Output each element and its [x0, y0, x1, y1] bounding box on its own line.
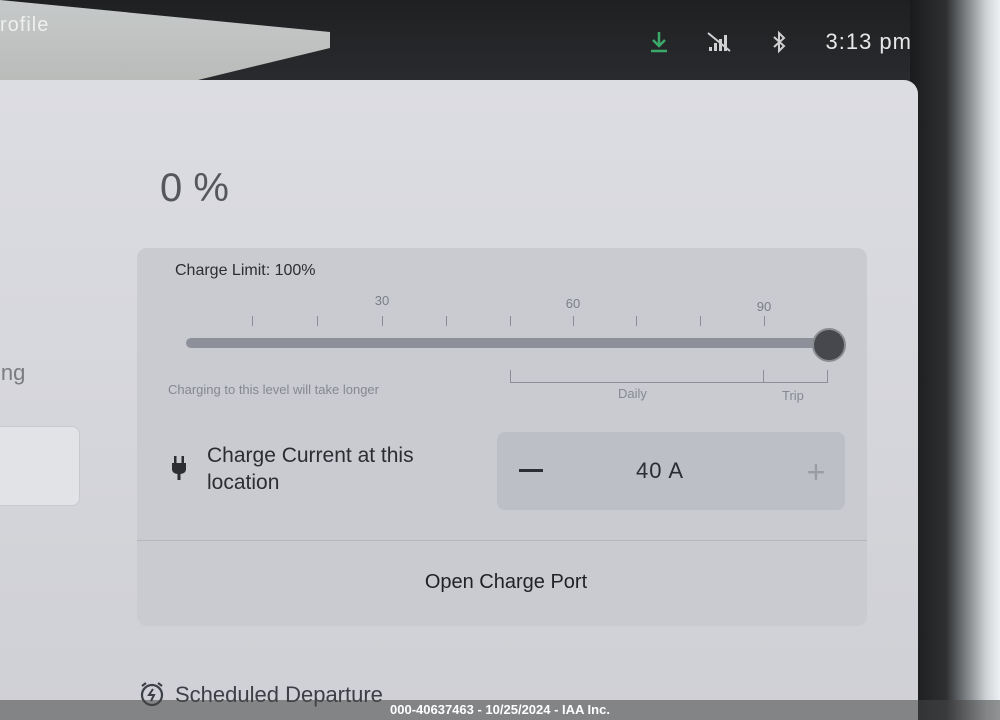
increase-current-button[interactable]: + [802, 456, 830, 488]
tick-mark [636, 316, 637, 326]
watermark-text: 000-40637463 - 10/25/2024 - IAA Inc. [390, 702, 610, 717]
range-label-trip: Trip [782, 388, 804, 403]
tick-mark [573, 316, 574, 326]
tick-mark [382, 316, 383, 326]
range-bracket [510, 370, 828, 383]
charge-limit-slider-track[interactable] [186, 338, 832, 348]
plug-icon [170, 455, 188, 481]
card-divider [137, 540, 867, 541]
tick-label-60: 60 [565, 296, 581, 311]
profile-tab-label: rofile [0, 14, 50, 36]
left-partial-panel[interactable] [0, 426, 80, 506]
open-charge-port-button[interactable]: Open Charge Port [137, 571, 875, 594]
tick-mark [252, 316, 253, 326]
tick-label-90: 90 [756, 299, 772, 314]
charge-current-value: 40 A [635, 458, 685, 483]
charge-current-label: Charge Current at this location [207, 444, 414, 494]
tick-label-30: 30 [374, 293, 390, 308]
minus-icon [519, 468, 543, 472]
charge-limit-hint: Charging to this level will take longer [168, 382, 379, 397]
no-signal-icon [706, 29, 732, 55]
bluetooth-icon [766, 29, 792, 55]
clock-time: 3:13 pm [825, 29, 912, 54]
download-icon[interactable] [646, 29, 672, 55]
charge-limit-slider-thumb[interactable] [812, 328, 846, 362]
tick-mark [700, 316, 701, 326]
tick-mark [764, 316, 765, 326]
tick-mark [446, 316, 447, 326]
tick-mark [510, 316, 511, 326]
status-bar: 3:13 pm [646, 22, 913, 62]
charge-limit-label: Charge Limit: 100% [175, 262, 316, 279]
range-bracket-divider [763, 370, 764, 382]
battery-percentage: 0 % [160, 166, 229, 210]
tick-mark [317, 316, 318, 326]
range-label-daily: Daily [618, 386, 647, 401]
decrease-current-button[interactable] [517, 455, 545, 485]
display-bezel [910, 0, 1000, 720]
left-partial-label: ing [0, 360, 26, 385]
